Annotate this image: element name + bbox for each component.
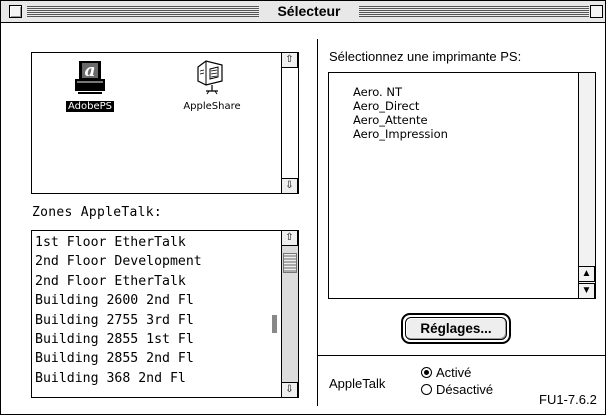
zones-label: Zones AppleTalk:: [32, 205, 163, 220]
appletalk-label: AppleTalk: [329, 376, 386, 391]
printer-list[interactable]: Aero. NT Aero_Direct Aero_Attente Aero_I…: [353, 85, 448, 141]
radio-label: Activé: [436, 365, 472, 380]
printer-list-scrollbar[interactable]: ▲ ▼: [578, 73, 595, 299]
setup-button[interactable]: Réglages...: [405, 317, 507, 340]
printer-list-item[interactable]: Aero_Impression: [353, 127, 448, 141]
printer-item-appleshare[interactable]: AppleShare: [172, 59, 252, 112]
printer-list-pane[interactable]: Aero. NT Aero_Direct Aero_Attente Aero_I…: [328, 72, 596, 299]
printer-type-pane[interactable]: a AdobePS AppleShare ⇧ ⇩: [31, 52, 299, 194]
zone-item[interactable]: Building 368 2nd Fl: [35, 369, 202, 388]
zones-pane[interactable]: 1st Floor EtherTalk 2nd Floor Developmen…: [31, 230, 299, 398]
title-bar-separator: [1, 22, 605, 23]
chooser-window: Sélecteur a AdobePS AppleShare ⇧ ⇩ Zones…: [0, 0, 606, 415]
zone-item[interactable]: 2nd Floor EtherTalk: [35, 272, 202, 291]
printer-list-item[interactable]: Aero_Direct: [353, 99, 448, 113]
zone-item[interactable]: Building 2855 1st Fl: [35, 330, 202, 349]
scroll-down-arrow-icon[interactable]: ⇩: [282, 178, 298, 194]
zone-item[interactable]: 2nd Floor Development: [35, 252, 202, 271]
setup-button-default-ring: Réglages...: [401, 313, 511, 344]
collapse-box-button[interactable]: [590, 5, 603, 18]
title-bar-stripes-left: [27, 6, 259, 17]
version-label: FU1-7.6.2: [539, 392, 597, 407]
radio-selected-icon[interactable]: [421, 367, 432, 378]
zones-scrollbar[interactable]: ⇧ ⇩: [281, 230, 298, 398]
zone-list[interactable]: 1st Floor EtherTalk 2nd Floor Developmen…: [35, 233, 202, 388]
appletalk-on-radio[interactable]: Activé: [421, 365, 471, 381]
printer-item-label: AdobePS: [65, 101, 114, 112]
close-box-button[interactable]: [9, 5, 22, 18]
scroll-position-marker: [272, 315, 277, 333]
printer-list-item[interactable]: Aero. NT: [353, 85, 448, 99]
appletalk-off-radio[interactable]: Désactivé: [421, 382, 493, 398]
scroll-up-arrow-icon[interactable]: ⇧: [282, 230, 298, 246]
title-bar-stripes-right: [359, 6, 589, 17]
printer-item-label: AppleShare: [183, 101, 241, 112]
scroll-up-arrow-icon[interactable]: ⇧: [282, 52, 298, 68]
zone-item[interactable]: 1st Floor EtherTalk: [35, 233, 202, 252]
bottom-separator: [318, 355, 605, 356]
scroll-thumb[interactable]: [283, 253, 297, 273]
zone-item[interactable]: Building 2600 2nd Fl: [35, 291, 202, 310]
scroll-down-arrow-icon[interactable]: ⇩: [282, 382, 298, 398]
scroll-up-arrow-icon[interactable]: ▲: [579, 266, 595, 282]
radio-label: Désactivé: [436, 382, 494, 397]
panel-divider: [317, 39, 318, 406]
adobeps-printer-icon: a: [75, 61, 105, 94]
window-title: Sélecteur: [259, 2, 359, 21]
radio-unselected-icon[interactable]: [421, 384, 432, 395]
svg-text:a: a: [84, 61, 95, 81]
appleshare-server-icon: [197, 60, 223, 95]
scroll-down-arrow-icon[interactable]: ▼: [579, 283, 595, 299]
printer-type-scrollbar[interactable]: ⇧ ⇩: [281, 52, 298, 194]
printer-item-adobeps[interactable]: a AdobePS: [62, 59, 118, 112]
zone-item[interactable]: Building 2755 3rd Fl: [35, 311, 202, 330]
zone-item[interactable]: Building 2855 2nd Fl: [35, 349, 202, 368]
select-printer-label: Sélectionnez une imprimante PS:: [329, 49, 522, 64]
printer-list-item[interactable]: Aero_Attente: [353, 113, 448, 127]
